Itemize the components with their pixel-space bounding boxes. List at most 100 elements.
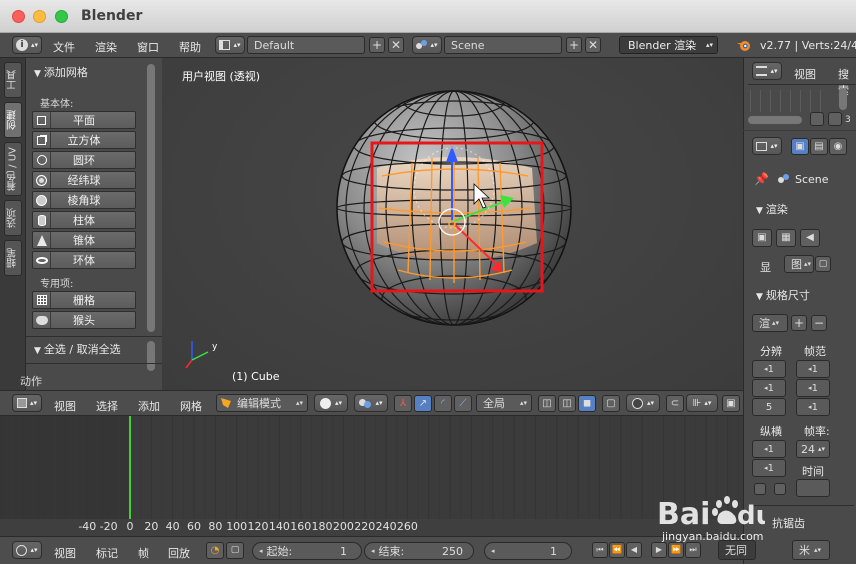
render-preset-select[interactable]: 渲 ▴▾ (752, 314, 788, 332)
layers-context-tab[interactable]: ▤ (810, 138, 828, 155)
3d-menu-add[interactable]: 添加 (138, 398, 160, 414)
pivot-point-select[interactable]: ▴▾ (354, 394, 388, 412)
scene-selector[interactable]: ▴▾ (412, 36, 442, 54)
add-monkey-button[interactable]: 猴头 (32, 311, 136, 329)
proportional-edit-select[interactable]: ▴▾ (626, 394, 660, 412)
frame-step-field[interactable]: ◂ 1 (796, 398, 830, 416)
render-engine-selector[interactable]: Blender 渲染 ▴▾ (619, 36, 718, 54)
resolution-y-field[interactable]: ◂ 1 (752, 379, 786, 397)
tab-tools[interactable]: 工具 (4, 62, 22, 98)
scene-name-field[interactable]: Scene (444, 36, 562, 54)
resolution-x-field[interactable]: ◂ 1 (752, 360, 786, 378)
layers-button[interactable]: ▣ (722, 395, 740, 412)
resolution-percent-field[interactable]: 5 (752, 398, 786, 416)
outliner-h-scrollbar[interactable] (748, 116, 802, 124)
properties-editor-type[interactable]: ▴▾ (752, 137, 782, 155)
render-audio-button[interactable]: ◀ (800, 229, 820, 247)
menu-help[interactable]: 帮助 (179, 39, 201, 55)
render-image-button[interactable]: ▣ (752, 229, 772, 247)
display-mode-select[interactable]: 图 ▴▾ (784, 255, 814, 273)
add-cube-button[interactable]: 立方体 (32, 131, 136, 149)
render-animation-button[interactable]: ▦ (776, 229, 796, 247)
lock-interface-button[interactable]: ▢ (815, 256, 831, 272)
interaction-mode-select[interactable]: 编辑模式 ▴▾ (216, 394, 308, 412)
tool-shelf-scrollbar[interactable] (147, 64, 155, 332)
snap-toggle[interactable]: ⊂ (666, 395, 684, 412)
rotate-manipulator-button[interactable]: ◜ (434, 395, 452, 412)
minimize-window-button[interactable] (33, 10, 46, 23)
sync-mode-select[interactable]: 无同 (718, 540, 756, 560)
frame-end-field[interactable]: ◂ 1 (796, 379, 830, 397)
current-frame-field[interactable]: ◂ 1 (484, 542, 572, 560)
vertex-select-mode[interactable]: ◫ (538, 395, 556, 412)
add-mesh-panel-header[interactable]: ▼ 添加网格 (34, 64, 88, 80)
translate-manipulator-button[interactable]: ↗ (414, 395, 432, 412)
frame-rate-select[interactable]: 24 ▴▾ (796, 440, 830, 458)
add-scene-button[interactable]: + (566, 37, 582, 53)
end-frame-field[interactable]: ◂ 结束: 250 (364, 542, 474, 560)
timeline-editor-type[interactable]: ▴▾ (12, 541, 42, 559)
screen-layout-name[interactable]: Default (247, 36, 365, 54)
manipulator-toggle[interactable]: ⅄ (394, 395, 412, 412)
face-select-mode[interactable]: ◼ (578, 395, 596, 412)
jump-to-start-button[interactable]: ⏮ (592, 542, 608, 558)
start-frame-field[interactable]: ◂ 起始: 1 (252, 542, 362, 560)
antialias-panel-header[interactable]: 抗锯齿 (772, 515, 805, 531)
add-circle-button[interactable]: 圆环 (32, 151, 136, 169)
tab-options[interactable]: 选项 (4, 200, 22, 236)
3d-menu-view[interactable]: 视图 (54, 398, 76, 414)
time-remap-field[interactable] (796, 479, 830, 497)
jump-keyframe-back-button[interactable]: ⏪ (609, 542, 625, 558)
jump-to-end-button[interactable]: ⏭ (685, 542, 701, 558)
tab-grease-pencil[interactable]: 蜡笔 (4, 240, 22, 276)
add-grid-button[interactable]: 栅格 (32, 291, 136, 309)
outliner-checkbox-2[interactable] (828, 112, 842, 126)
edge-select-mode[interactable]: ◫ (558, 395, 576, 412)
zoom-window-button[interactable] (55, 10, 68, 23)
units-select[interactable]: 米 ▴▾ (792, 540, 830, 560)
outliner-scrollbar[interactable] (839, 88, 847, 110)
operator-scrollbar[interactable] (147, 341, 155, 371)
crop-checkbox[interactable] (774, 483, 786, 495)
remove-preset-button[interactable]: − (811, 315, 827, 331)
viewport-shading-select[interactable]: ▴▾ (314, 394, 348, 412)
add-plane-button[interactable]: 平面 (32, 111, 136, 129)
play-reverse-button[interactable]: ◀ (626, 542, 642, 558)
outliner-editor-type[interactable]: ▴▾ (752, 62, 782, 80)
3d-editor-type[interactable]: ▴▾ (12, 394, 42, 412)
preview-range-toggle[interactable]: ◔ (206, 542, 224, 559)
timeline-menu-marker[interactable]: 标记 (96, 545, 118, 561)
menu-file[interactable]: 文件 (53, 39, 75, 55)
render-context-tab[interactable]: ▣ (791, 138, 809, 155)
scene-context-tab[interactable]: ◉ (829, 138, 847, 155)
screen-layout-selector[interactable]: ▴▾ (215, 36, 245, 54)
add-ico-sphere-button[interactable]: 棱角球 (32, 191, 136, 209)
3d-menu-select[interactable]: 选择 (96, 398, 118, 414)
3d-menu-mesh[interactable]: 网格 (180, 398, 202, 414)
add-screen-button[interactable]: + (369, 37, 385, 53)
editor-type-button[interactable]: i ▴▾ (12, 36, 42, 54)
lock-time-cursor-button[interactable]: ▢ (226, 542, 244, 559)
select-all-panel-header[interactable]: ▼ 全选 / 取消全选 (34, 341, 121, 357)
tab-shading-uv[interactable]: 着色 / UV (4, 142, 22, 196)
pin-icon[interactable]: 📌 (754, 172, 769, 186)
aspect-y-field[interactable]: ◂ 1 (752, 459, 786, 477)
menu-render[interactable]: 渲染 (95, 39, 117, 55)
add-uv-sphere-button[interactable]: 经纬球 (32, 171, 136, 189)
close-window-button[interactable] (12, 10, 25, 23)
outliner-checkbox-1[interactable] (810, 112, 824, 126)
aspect-x-field[interactable]: ◂ 1 (752, 440, 786, 458)
add-preset-button[interactable]: + (791, 315, 807, 331)
dimensions-panel-header[interactable]: ▼ 规格尺寸 (756, 287, 810, 303)
jump-keyframe-forward-button[interactable]: ⏩ (668, 542, 684, 558)
timeline-menu-frame[interactable]: 帧 (138, 545, 149, 561)
add-cylinder-button[interactable]: 柱体 (32, 211, 136, 229)
3d-viewport[interactable]: 用户视图 (透视) y (1) Cube (162, 58, 743, 390)
outliner-view-menu[interactable]: 视图 (794, 66, 816, 82)
tab-create[interactable]: 创建 (4, 102, 22, 138)
remove-screen-button[interactable]: ✕ (388, 37, 404, 53)
snap-element-select[interactable]: ⊪ ▴▾ (686, 394, 718, 412)
add-torus-button[interactable]: 环体 (32, 251, 136, 269)
timeline-menu-playback[interactable]: 回放 (168, 545, 190, 561)
limit-selection-button[interactable]: ▢ (602, 395, 620, 412)
